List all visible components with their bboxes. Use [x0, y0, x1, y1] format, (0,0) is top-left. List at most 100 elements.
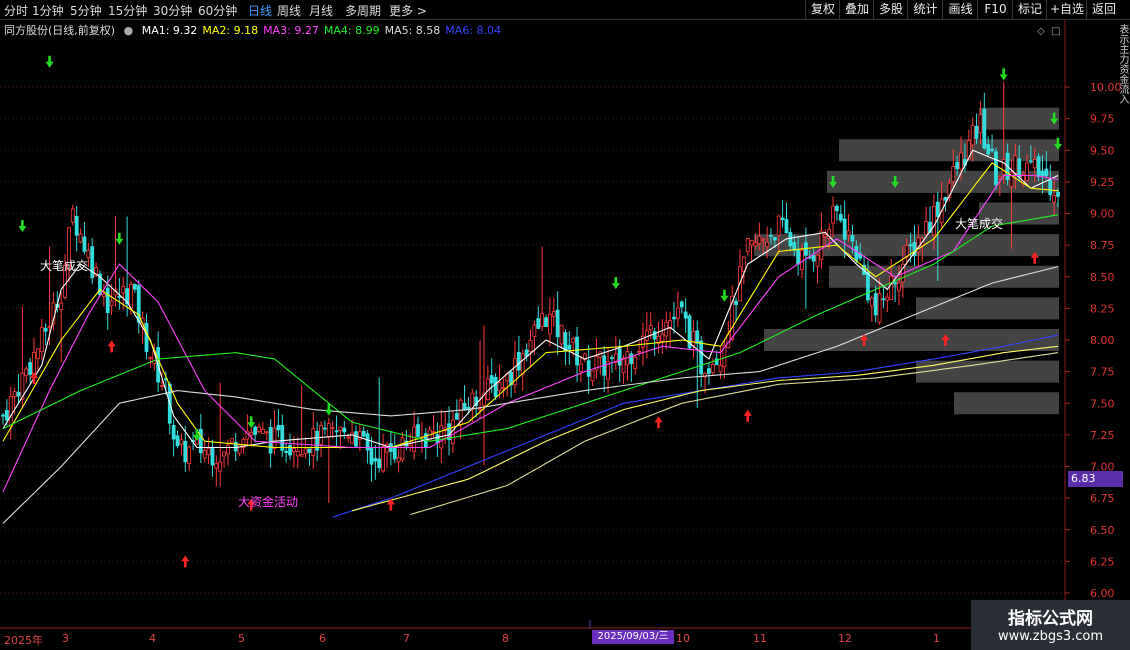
candle-body-76 — [295, 450, 300, 457]
month-label-10: 1 — [933, 632, 940, 645]
period-tab-2[interactable]: 5分钟 — [70, 2, 102, 19]
candle-body-33 — [129, 284, 133, 310]
candle-body-162 — [629, 353, 634, 364]
candle-body-138 — [536, 318, 541, 329]
period-tab-10[interactable]: 更多 > — [389, 2, 427, 19]
candle-body-194 — [753, 242, 758, 247]
candle-body-87 — [338, 426, 343, 431]
buy-arrow-icon-4 — [386, 498, 395, 511]
period-tab-3[interactable]: 15分钟 — [108, 2, 147, 19]
candle-body-230 — [893, 282, 897, 284]
candle-body-71 — [276, 424, 281, 431]
annotation-2: 大笔成交 — [955, 216, 1003, 231]
period-tab-6[interactable]: 日线 — [248, 2, 272, 19]
candle-body-57 — [222, 451, 226, 457]
candle-body-111 — [431, 430, 436, 433]
candle-body-107 — [416, 424, 420, 437]
candle-body-144 — [559, 324, 564, 345]
candle-body-82 — [319, 425, 323, 445]
month-label-1: 3 — [62, 632, 69, 645]
candle-body-266 — [1032, 159, 1037, 169]
candle-body-129 — [501, 387, 506, 389]
y-tick-label-10: 8.50 — [1090, 271, 1115, 284]
candle-body-212 — [823, 234, 828, 238]
sell-arrow-icon-4 — [247, 416, 256, 429]
period-tab-1[interactable]: 1分钟 — [32, 2, 64, 19]
candle-body-261 — [1013, 155, 1018, 174]
candle-body-52 — [202, 449, 207, 459]
top-toolbar: 分时 1分钟 5分钟 15分钟 30分钟 60分钟 日线 周线 月线 多周期 更多 > 复权 叠加 多股统… — [0, 0, 1130, 20]
candle-body-168 — [652, 331, 657, 340]
period-tab-4[interactable]: 30分钟 — [153, 2, 192, 19]
candle-body-228 — [885, 296, 890, 301]
toolbar-button-3[interactable]: 统计 — [907, 0, 943, 19]
y-tick-label-15: 9.75 — [1090, 113, 1115, 126]
candle-body-195 — [757, 235, 762, 245]
candle-body-241 — [935, 201, 940, 217]
annotation-1: 大资金活动 — [238, 494, 298, 509]
period-tab-8[interactable]: 月线 — [309, 2, 333, 19]
y-tick-label-2: 6.50 — [1090, 524, 1115, 537]
candle-body-262 — [1017, 158, 1022, 178]
candle-body-173 — [672, 316, 676, 320]
toolbar-button-8[interactable]: 返回 — [1086, 0, 1121, 19]
candle-body-102 — [396, 457, 401, 463]
candle-body-26 — [101, 293, 106, 297]
candle-body-68 — [264, 431, 269, 434]
candle-body-55 — [214, 463, 219, 469]
candle-body-27 — [105, 287, 110, 314]
candle-body-256 — [994, 151, 998, 186]
toolbar-button-0[interactable]: 复权 — [805, 0, 840, 19]
toolbar-button-6[interactable]: 标记 — [1012, 0, 1047, 19]
candle-body-149 — [579, 363, 583, 372]
toolbar-button-4[interactable]: 画线 — [942, 0, 978, 19]
candle-body-3 — [12, 391, 17, 397]
side-legend: 表示主力资金流入 — [1120, 24, 1128, 104]
candle-body-229 — [889, 275, 894, 300]
sell-arrow-icon-1 — [45, 55, 54, 68]
candle-body-240 — [931, 205, 936, 236]
period-tab-9[interactable]: 多周期 — [345, 2, 381, 19]
candle-body-31 — [121, 286, 126, 294]
candle-body-77 — [299, 454, 304, 457]
candle-body-54 — [210, 448, 215, 466]
buy-arrow-icon-6 — [743, 409, 752, 422]
candle-body-163 — [633, 356, 638, 370]
toolbar-button-1[interactable]: 叠加 — [839, 0, 874, 19]
candle-body-58 — [226, 444, 230, 455]
candle-body-137 — [532, 324, 537, 337]
period-tab-7[interactable]: 周线 — [277, 2, 301, 19]
candle-body-267 — [1036, 156, 1041, 178]
candle-body-41 — [160, 385, 164, 387]
toolbar-button-7[interactable]: +自选 — [1046, 0, 1087, 19]
candle-body-134 — [520, 353, 525, 375]
toolbar-button-5[interactable]: F10 — [977, 0, 1013, 19]
candle-body-148 — [575, 336, 579, 366]
candle-body-9 — [36, 348, 40, 359]
period-tab-0[interactable]: 分时 — [4, 2, 28, 19]
candle-body-22 — [86, 250, 91, 259]
y-tick-label-16: 10.00 — [1090, 81, 1122, 94]
candle-body-69 — [268, 427, 273, 454]
candle-body-196 — [761, 238, 766, 241]
candle-body-117 — [454, 412, 459, 420]
month-label-8: 11 — [753, 632, 767, 645]
period-tab-5[interactable]: 60分钟 — [198, 2, 237, 19]
diamond-icon: ◇ — [1037, 26, 1045, 37]
buy-arrow-icon-1 — [107, 340, 116, 353]
candle-body-98 — [381, 446, 386, 472]
watermark: 指标公式网 www.zbgs3.com — [971, 600, 1130, 650]
candle-body-0 — [1, 414, 5, 417]
candle-body-18 — [70, 208, 75, 223]
candle-body-191 — [741, 256, 746, 272]
candle-body-219 — [850, 235, 855, 242]
candle-body-19 — [74, 215, 79, 236]
toolbar-button-2[interactable]: 多股 — [873, 0, 908, 19]
current-price-tag: 6.83 — [1068, 471, 1123, 487]
candle-body-203 — [788, 232, 793, 247]
month-label-7: 10 — [676, 632, 690, 645]
candle-body-215 — [835, 205, 839, 212]
sell-arrow-icon-7 — [720, 289, 729, 302]
candle-body-225 — [873, 293, 878, 316]
candle-body-21 — [82, 236, 87, 252]
